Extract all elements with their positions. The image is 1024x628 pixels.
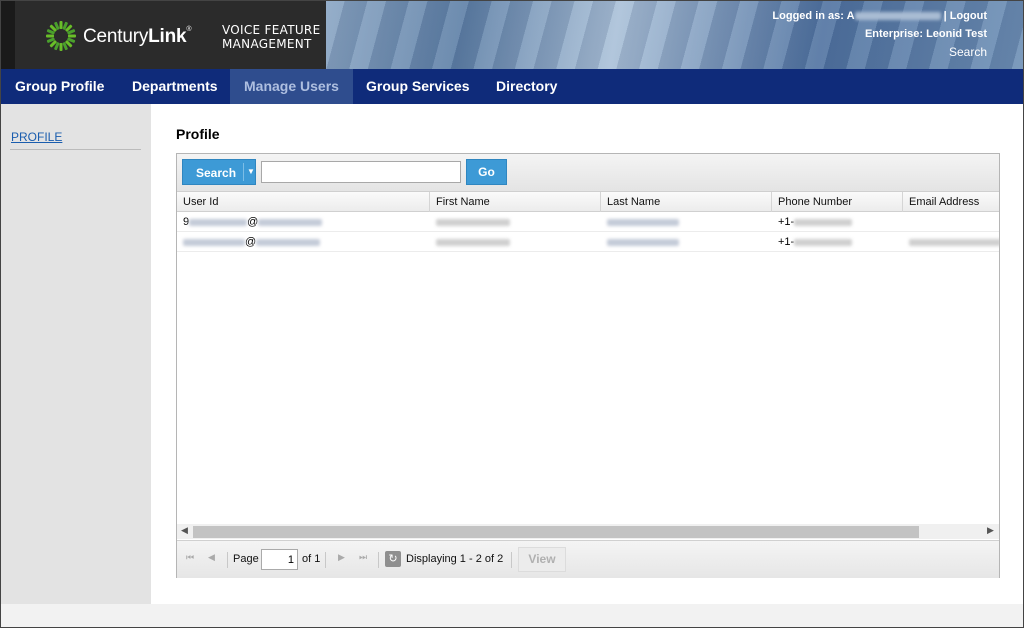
user-id-at: @ xyxy=(247,216,259,228)
redacted-text xyxy=(794,238,853,246)
pager-divider xyxy=(227,552,228,568)
cell-email-address xyxy=(903,232,999,252)
phone-prefix: +1- xyxy=(778,236,795,248)
cell-phone-number: +1- xyxy=(772,212,903,232)
redacted-text xyxy=(436,238,510,246)
cell-email-address xyxy=(903,212,999,232)
search-button-label: Search xyxy=(196,166,237,180)
grid-toolbar: Search ▼ Go xyxy=(177,154,999,192)
app-window: CenturyLink® VOICE FEATURE MANAGEMENT Lo… xyxy=(0,0,1024,628)
scrollbar-thumb[interactable] xyxy=(193,526,919,538)
header-search-link[interactable]: Search xyxy=(949,45,987,59)
nav-item-directory[interactable]: Directory xyxy=(482,69,571,104)
product-title: VOICE FEATURE MANAGEMENT xyxy=(222,23,320,51)
table-row[interactable]: 9 @ +1- xyxy=(177,212,999,232)
page-count-label: of 1 xyxy=(302,553,321,565)
brand-wordmark: CenturyLink® xyxy=(83,26,192,48)
redacted-text xyxy=(607,238,679,246)
redacted-text xyxy=(189,218,248,226)
redacted-text xyxy=(794,218,853,226)
pagination-bar: ⏮ ◀ Page of 1 ▶ ⏭ ↻ Displaying 1 - 2 of … xyxy=(177,540,999,578)
redacted-text xyxy=(909,238,999,246)
enterprise-label: Enterprise: Leonid Test xyxy=(864,28,987,40)
next-page-icon[interactable]: ▶ xyxy=(338,552,345,563)
displaying-count: Displaying 1 - 2 of 2 xyxy=(406,553,504,565)
sidebar-item-profile[interactable]: PROFILE xyxy=(11,130,62,144)
logged-in-user: A xyxy=(846,10,855,22)
column-header-email-address[interactable]: Email Address xyxy=(903,192,999,212)
cell-user-id: @ xyxy=(177,232,430,252)
nav-item-departments[interactable]: Departments xyxy=(118,69,232,104)
caret-down-icon[interactable]: ▼ xyxy=(247,167,255,176)
nav-item-manage-users[interactable]: Manage Users xyxy=(230,69,353,104)
page-label: Page xyxy=(233,553,259,565)
cell-first-name xyxy=(430,212,601,232)
pager-divider xyxy=(325,552,326,568)
view-button[interactable]: View xyxy=(518,547,566,572)
redacted-text xyxy=(436,218,510,226)
column-header-user-id[interactable]: User Id xyxy=(177,192,430,212)
redacted-text xyxy=(183,238,245,246)
sidebar-divider xyxy=(10,149,141,150)
page-number-input[interactable] xyxy=(261,549,298,570)
split-divider xyxy=(243,163,244,181)
sidebar: PROFILE xyxy=(1,104,151,604)
redacted-text xyxy=(607,218,679,226)
column-header-last-name[interactable]: Last Name xyxy=(601,192,772,212)
grid-header: User Id First Name Last Name Phone Numbe… xyxy=(177,192,999,212)
scroll-right-icon[interactable]: ▶ xyxy=(987,525,994,536)
first-page-icon[interactable]: ⏮ xyxy=(186,552,194,563)
nav-item-group-services[interactable]: Group Services xyxy=(352,69,484,104)
search-split-button[interactable]: Search ▼ xyxy=(182,159,256,185)
users-grid-panel: Search ▼ Go User Id First Name Last Name… xyxy=(176,153,1000,578)
cell-last-name xyxy=(601,212,772,232)
column-header-phone-number[interactable]: Phone Number xyxy=(772,192,903,212)
column-header-first-name[interactable]: First Name xyxy=(430,192,601,212)
phone-prefix: +1- xyxy=(778,216,795,228)
prev-page-icon[interactable]: ◀ xyxy=(208,552,215,563)
header-banner: CenturyLink® VOICE FEATURE MANAGEMENT Lo… xyxy=(1,1,1023,69)
product-title-line1: VOICE FEATURE xyxy=(222,23,321,37)
login-line: Logged in as: A | Logout xyxy=(772,7,987,25)
pager-divider xyxy=(511,552,512,568)
brand-name-regular: Century xyxy=(83,26,149,47)
main-nav: Group Profile Departments Manage Users G… xyxy=(1,69,1023,104)
page-title: Profile xyxy=(176,126,220,142)
logout-link[interactable]: | Logout xyxy=(944,10,987,22)
cell-user-id: 9 @ xyxy=(177,212,430,232)
last-page-icon[interactable]: ⏭ xyxy=(359,552,367,563)
logged-in-label: Logged in as: xyxy=(772,10,844,22)
pager-divider xyxy=(378,552,379,568)
refresh-icon[interactable]: ↻ xyxy=(385,551,401,567)
user-id-at: @ xyxy=(245,236,257,248)
nav-item-group-profile[interactable]: Group Profile xyxy=(1,69,118,104)
horizontal-scrollbar[interactable]: ◀ ▶ xyxy=(177,524,999,539)
redacted-username xyxy=(854,12,941,21)
redacted-text xyxy=(256,238,321,246)
table-row[interactable]: @ +1- xyxy=(177,232,999,252)
cell-phone-number: +1- xyxy=(772,232,903,252)
go-button[interactable]: Go xyxy=(466,159,507,185)
brand-registered-mark: ® xyxy=(186,26,192,33)
search-input[interactable] xyxy=(261,161,461,183)
brand-block: CenturyLink® VOICE FEATURE MANAGEMENT xyxy=(1,1,326,69)
cell-first-name xyxy=(430,232,601,252)
user-info: Logged in as: A | Logout Enterprise: Leo… xyxy=(772,7,987,62)
scroll-left-icon[interactable]: ◀ xyxy=(181,525,188,536)
product-title-line2: MANAGEMENT xyxy=(222,37,312,51)
footer-strip xyxy=(1,604,1023,627)
centurylink-burst-icon xyxy=(46,21,76,51)
redacted-text xyxy=(258,218,323,226)
cell-last-name xyxy=(601,232,772,252)
brand-name-bold: Link xyxy=(148,26,187,47)
